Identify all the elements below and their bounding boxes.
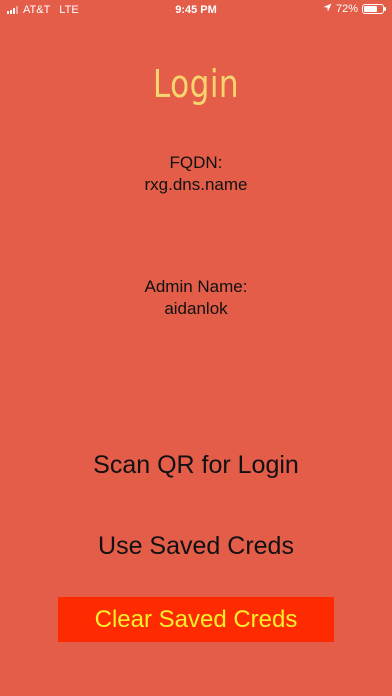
fqdn-info: FQDN: rxg.dns.name bbox=[0, 152, 392, 196]
admin-name-label: Admin Name: bbox=[144, 277, 248, 296]
clear-saved-creds-button[interactable]: Clear Saved Creds bbox=[58, 597, 334, 642]
battery-fill bbox=[364, 6, 377, 12]
fqdn-value: rxg.dns.name bbox=[144, 175, 248, 194]
fqdn-label: FQDN: bbox=[169, 153, 223, 172]
page-title: Login bbox=[152, 62, 240, 106]
status-right: 72% bbox=[323, 3, 386, 15]
use-saved-creds-button[interactable]: Use Saved Creds bbox=[0, 532, 392, 561]
admin-info: Admin Name: aidanlok bbox=[0, 276, 392, 320]
battery-percent: 72% bbox=[335, 3, 358, 15]
battery-icon bbox=[362, 4, 386, 14]
location-arrow-icon bbox=[323, 3, 332, 15]
admin-name-value: aidanlok bbox=[164, 299, 228, 318]
scan-qr-button[interactable]: Scan QR for Login bbox=[0, 451, 392, 480]
status-bar: AT&T LTE 9:45 PM 72% bbox=[0, 0, 392, 22]
